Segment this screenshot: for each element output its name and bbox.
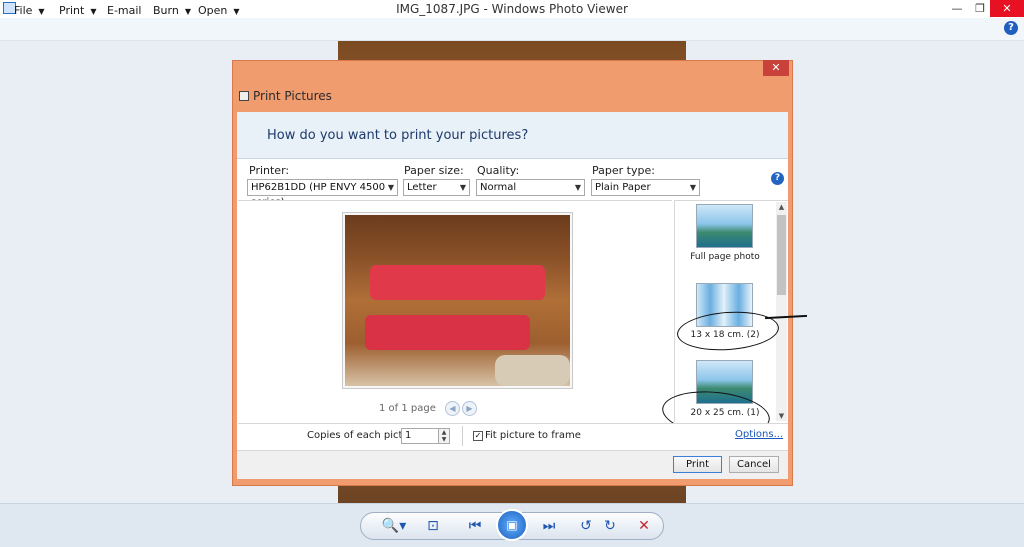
- menu-bar: [0, 18, 1024, 41]
- zoom-icon[interactable]: 🔍▾: [380, 518, 408, 534]
- printer-select[interactable]: HP62B1DD (HP ENVY 4500 series)▼: [247, 179, 398, 208]
- layout-label-full-page: Full page photo: [690, 252, 760, 262]
- menu-burn[interactable]: Burn ▼: [153, 3, 191, 20]
- fit-to-frame-label: Fit picture to frame: [485, 430, 581, 441]
- copies-input[interactable]: 1: [401, 428, 439, 444]
- menu-email-label: E-mail: [107, 4, 142, 17]
- paper-type-select[interactable]: Plain Paper ▼: [591, 179, 700, 196]
- menu-open-label: Open: [198, 4, 228, 17]
- layout-thumb-full-page[interactable]: [696, 204, 753, 248]
- previous-page-button[interactable]: ◀: [445, 401, 460, 416]
- scroll-up-icon[interactable]: ▲: [776, 203, 787, 211]
- rotate-ccw-icon[interactable]: ↺: [577, 518, 595, 534]
- help-icon[interactable]: ?: [1004, 21, 1018, 35]
- photo-subject-2: [365, 315, 530, 350]
- chevron-down-icon: ▼: [38, 7, 45, 16]
- dialog-question: How do you want to print your pictures?: [267, 128, 529, 143]
- paper-type-value: Plain Paper: [595, 182, 651, 193]
- paper-type-label: Paper type:: [592, 164, 655, 177]
- actual-size-icon[interactable]: ⊡: [423, 518, 443, 534]
- menu-file-label: File: [14, 4, 33, 17]
- options-link[interactable]: Options...: [735, 429, 783, 440]
- chevron-down-icon: ▼: [233, 7, 240, 16]
- paper-size-value: Letter: [407, 182, 437, 193]
- slideshow-button[interactable]: ▣: [496, 509, 528, 541]
- menu-file[interactable]: File ▼: [14, 3, 45, 20]
- next-icon[interactable]: ⏭: [536, 518, 562, 534]
- quality-label: Quality:: [477, 164, 520, 177]
- quality-value: Normal: [480, 182, 517, 193]
- paper-size-label: Paper size:: [404, 164, 464, 177]
- dialog-close-button[interactable]: ✕: [763, 60, 789, 76]
- paper-size-select[interactable]: Letter ▼: [403, 179, 470, 196]
- chevron-down-icon: ▼: [184, 7, 191, 16]
- chevron-down-icon: ▼: [574, 183, 581, 192]
- cancel-button[interactable]: Cancel: [729, 456, 779, 473]
- chevron-down-icon: ▼: [689, 183, 696, 192]
- chevron-down-icon: ▼: [387, 183, 394, 192]
- printer-icon: [239, 91, 249, 101]
- scroll-down-icon[interactable]: ▼: [776, 412, 787, 420]
- page-indicator: 1 of 1 page: [379, 403, 436, 414]
- menu-burn-label: Burn: [153, 4, 179, 17]
- print-button[interactable]: Print: [673, 456, 722, 473]
- chevron-down-icon: ▼: [459, 183, 466, 192]
- dialog-title: Print Pictures: [253, 89, 332, 103]
- menu-email[interactable]: E-mail: [107, 3, 142, 19]
- printer-label: Printer:: [249, 164, 290, 177]
- chevron-down-icon: ▼: [90, 7, 97, 16]
- close-window-button[interactable]: ✕: [990, 0, 1024, 17]
- delete-icon[interactable]: ✕: [636, 518, 652, 534]
- menu-print[interactable]: Print ▼: [59, 3, 96, 20]
- photo-subject-1: [370, 265, 545, 300]
- menu-print-label: Print: [59, 4, 85, 17]
- layout-scroll-thumb[interactable]: [777, 215, 786, 295]
- divider: [462, 426, 463, 446]
- photo-chair: [495, 355, 570, 386]
- copies-stepper[interactable]: ▲ ▼: [439, 428, 450, 444]
- rotate-cw-icon[interactable]: ↻: [601, 518, 619, 534]
- next-page-button[interactable]: ▶: [462, 401, 477, 416]
- fit-to-frame-checkbox[interactable]: ✓: [473, 431, 483, 441]
- menu-open[interactable]: Open ▼: [198, 3, 240, 20]
- dialog-help-icon[interactable]: ?: [771, 172, 784, 185]
- quality-select[interactable]: Normal ▼: [476, 179, 585, 196]
- preview-photo: [345, 215, 570, 386]
- previous-icon[interactable]: ⏮: [462, 518, 488, 534]
